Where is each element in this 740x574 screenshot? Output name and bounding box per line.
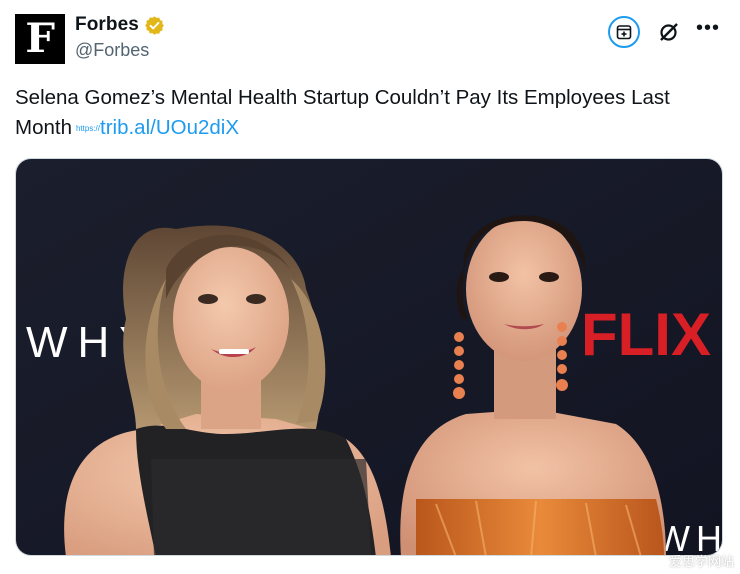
tweet-card[interactable]: F Forbes @Forbes ••• Selena Gomez’s Ment…: [0, 0, 740, 574]
name-row: Forbes: [75, 14, 165, 36]
tweet-actions: •••: [607, 16, 720, 48]
avatar[interactable]: F: [15, 14, 65, 64]
add-to-list-button[interactable]: [607, 16, 640, 48]
grok-icon[interactable]: [658, 21, 680, 43]
more-options-icon[interactable]: •••: [696, 18, 720, 38]
display-name[interactable]: Forbes: [75, 14, 139, 36]
backdrop-text-right: FLIX: [581, 301, 711, 368]
handle[interactable]: @Forbes: [75, 40, 149, 61]
watermark: 爱思学网站: [668, 555, 734, 570]
photo-graphic: WHY FLIX WH: [16, 159, 722, 555]
tweet-text: Selena Gomez’s Mental Health Startup Cou…: [15, 83, 725, 144]
tweet-photo[interactable]: WHY FLIX WH: [15, 158, 723, 556]
verified-badge-icon: [145, 15, 164, 35]
add-to-list-icon: [616, 25, 632, 40]
avatar-letter: F: [25, 15, 55, 62]
link-prefix: https://: [75, 123, 100, 133]
tweet-link[interactable]: trib.al/UOu2diX: [100, 116, 239, 139]
